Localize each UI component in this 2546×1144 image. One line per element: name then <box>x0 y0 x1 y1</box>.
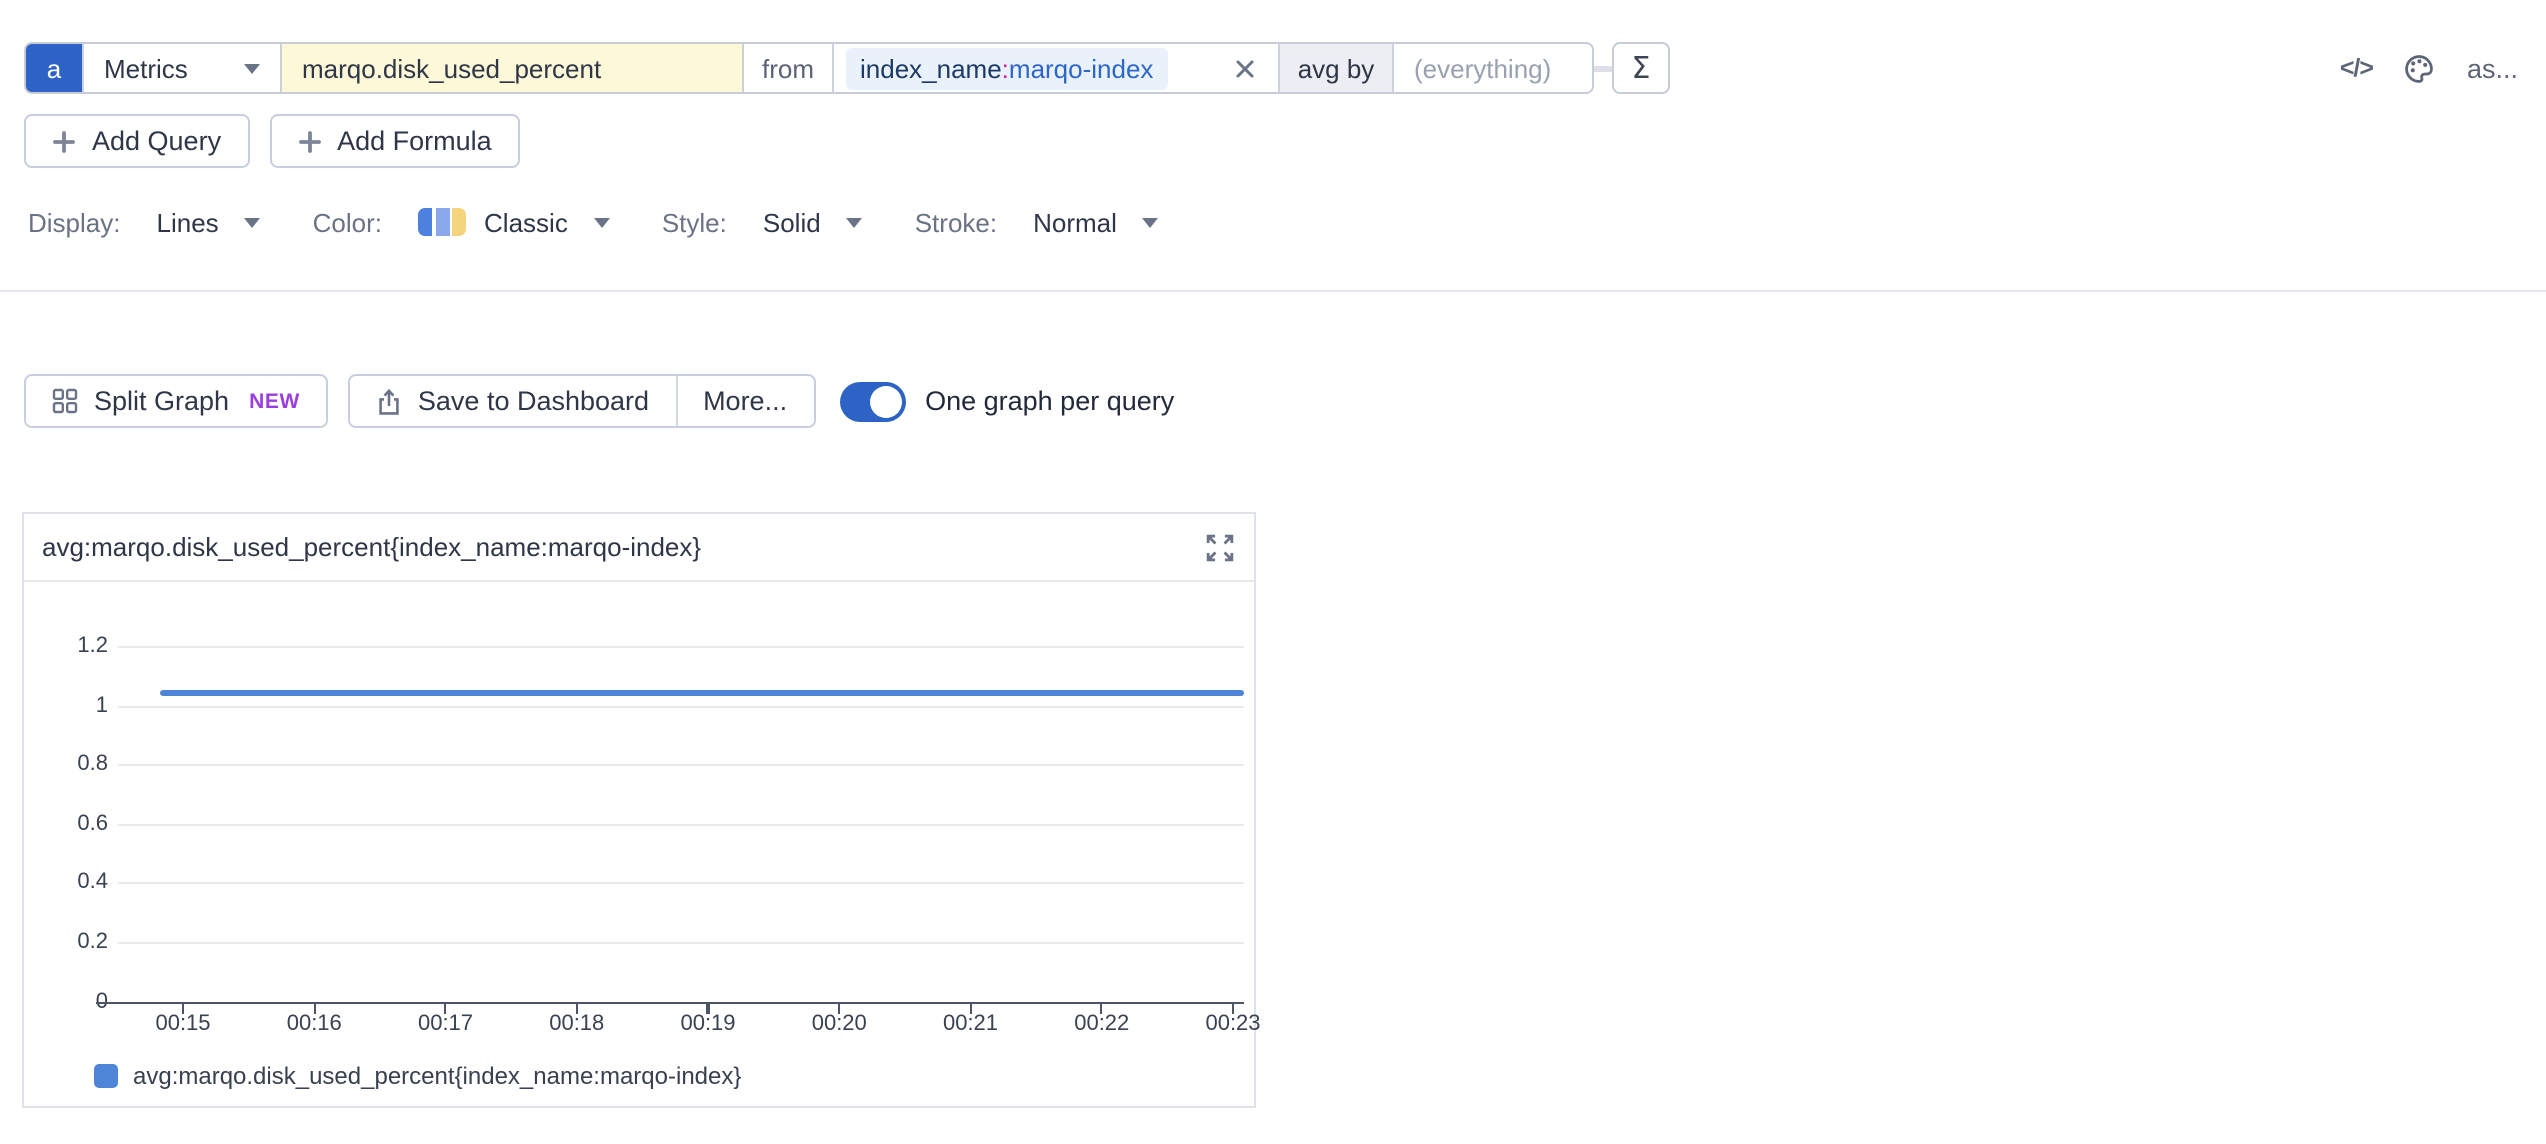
plus-icon <box>52 129 76 153</box>
add-formula-button[interactable]: Add Formula <box>269 114 520 168</box>
legend-item[interactable]: avg:marqo.disk_used_percent{index_name:m… <box>94 1062 741 1090</box>
chevron-down-icon <box>244 63 260 73</box>
graph-actions-row: Split Graph NEW Save to Dashboard More..… <box>24 374 1174 428</box>
style-value: Solid <box>763 207 821 237</box>
metric-source-select[interactable]: Metrics <box>82 44 280 92</box>
x-tick-label: 00:17 <box>402 1012 490 1038</box>
plus-icon <box>297 129 321 153</box>
legend-label: avg:marqo.disk_used_percent{index_name:m… <box>133 1062 741 1090</box>
sigma-function-button[interactable]: Σ <box>1612 42 1670 94</box>
group-by-placeholder: (everything) <box>1414 53 1551 83</box>
graph-plot-area[interactable]: 1.210.80.60.40.2000:1500:1600:1700:1800:… <box>24 514 1254 1106</box>
chevron-down-icon <box>245 217 261 227</box>
y-tick-label: 1.2 <box>24 632 108 660</box>
filter-tag-value: marqo-index <box>1009 53 1154 83</box>
x-tick-label: 00:22 <box>1058 1012 1146 1038</box>
stroke-label: Stroke: <box>915 207 997 237</box>
y-grid-line <box>118 705 1244 707</box>
graph-card: avg:marqo.disk_used_percent{index_name:m… <box>22 512 1256 1108</box>
group-by-input[interactable]: (everything) <box>1392 44 1592 92</box>
series-line <box>159 691 1244 696</box>
legend-color-swatch <box>94 1065 117 1088</box>
save-to-dashboard-label: Save to Dashboard <box>418 386 649 416</box>
more-label: More... <box>703 386 787 416</box>
split-graph-label: Split Graph <box>94 386 229 416</box>
chevron-down-icon <box>847 217 863 227</box>
y-tick-label: 0.2 <box>24 928 108 956</box>
x-axis-line <box>96 1001 1244 1004</box>
metric-source-label: Metrics <box>104 53 188 83</box>
filter-tag[interactable]: index_name:marqo-index <box>846 47 1167 89</box>
y-grid-line <box>118 764 1244 766</box>
chevron-down-icon <box>594 217 610 227</box>
color-select[interactable]: Classic <box>418 207 610 237</box>
query-actions-row: Add Query Add Formula <box>24 114 520 168</box>
x-tick-label: 00:21 <box>927 1012 1015 1038</box>
upload-icon <box>376 387 402 415</box>
style-label: Style: <box>662 207 727 237</box>
split-graph-icon <box>52 388 78 414</box>
toggle-knob <box>869 385 901 417</box>
color-label: Color: <box>313 207 382 237</box>
y-tick-label: 1 <box>24 691 108 719</box>
query-bar: a Metrics marqo.disk_used_percent from i… <box>24 42 1594 94</box>
stroke-select[interactable]: Normal <box>1033 207 1159 237</box>
display-type-select[interactable]: Lines <box>157 207 261 237</box>
section-divider <box>0 290 2546 292</box>
save-more-button-group: Save to Dashboard More... <box>348 374 815 428</box>
code-editor-icon[interactable]: </> <box>2340 54 2373 82</box>
metric-name-input[interactable]: marqo.disk_used_percent <box>280 44 742 92</box>
x-tick-label: 00:15 <box>139 1012 227 1038</box>
chevron-down-icon <box>1143 217 1159 227</box>
filter-input[interactable]: index_name:marqo-index <box>832 44 1278 92</box>
swatch-color-2 <box>435 208 449 236</box>
add-formula-label: Add Formula <box>337 126 492 156</box>
palette-icon[interactable] <box>2405 53 2435 83</box>
display-type-value: Lines <box>157 207 219 237</box>
x-tick-label: 00:19 <box>664 1012 752 1038</box>
one-graph-per-query-label: One graph per query <box>925 386 1174 416</box>
query-letter-badge: a <box>26 44 82 92</box>
swatch-color-1 <box>418 208 432 236</box>
query-right-actions: </> as... <box>2340 53 2518 83</box>
style-select[interactable]: Solid <box>763 207 863 237</box>
more-button[interactable]: More... <box>675 376 813 426</box>
y-grid-line <box>118 942 1244 944</box>
y-tick-label: 0.6 <box>24 810 108 838</box>
x-tick-label: 00:23 <box>1189 1012 1277 1038</box>
y-grid-line <box>118 824 1244 826</box>
add-query-label: Add Query <box>92 126 221 156</box>
display-label: Display: <box>28 207 121 237</box>
from-label: from <box>742 44 832 92</box>
stroke-value: Normal <box>1033 207 1117 237</box>
x-tick-label: 00:18 <box>533 1012 621 1038</box>
y-tick-label: 0.8 <box>24 750 108 778</box>
color-value: Classic <box>484 207 568 237</box>
add-query-button[interactable]: Add Query <box>24 114 249 168</box>
new-badge: NEW <box>249 389 300 413</box>
aggregator-select[interactable]: avg by <box>1278 44 1392 92</box>
filter-tag-separator: : <box>1002 53 1009 83</box>
one-graph-per-query-toggle[interactable] <box>839 381 905 421</box>
y-grid-line <box>118 646 1244 648</box>
save-to-dashboard-button[interactable]: Save to Dashboard <box>350 376 675 426</box>
metric-name-value: marqo.disk_used_percent <box>302 53 601 83</box>
display-options-row: Display: Lines Color: Classic Style: Sol… <box>28 200 1211 244</box>
metrics-explorer-page: a Metrics marqo.disk_used_percent from i… <box>0 0 2546 1144</box>
x-tick-label: 00:16 <box>270 1012 358 1038</box>
y-grid-line <box>118 883 1244 885</box>
query-row: a Metrics marqo.disk_used_percent from i… <box>24 42 2518 94</box>
clear-filter-icon[interactable] <box>1234 57 1256 79</box>
x-tick-label: 00:20 <box>795 1012 883 1038</box>
swatch-color-3 <box>452 208 466 236</box>
query-connector <box>1594 65 1612 71</box>
filter-tag-key: index_name <box>860 53 1002 83</box>
split-graph-button[interactable]: Split Graph NEW <box>24 374 328 428</box>
alias-as-button[interactable]: as... <box>2467 53 2518 83</box>
color-swatch <box>418 208 466 236</box>
y-tick-label: 0.4 <box>24 869 108 897</box>
